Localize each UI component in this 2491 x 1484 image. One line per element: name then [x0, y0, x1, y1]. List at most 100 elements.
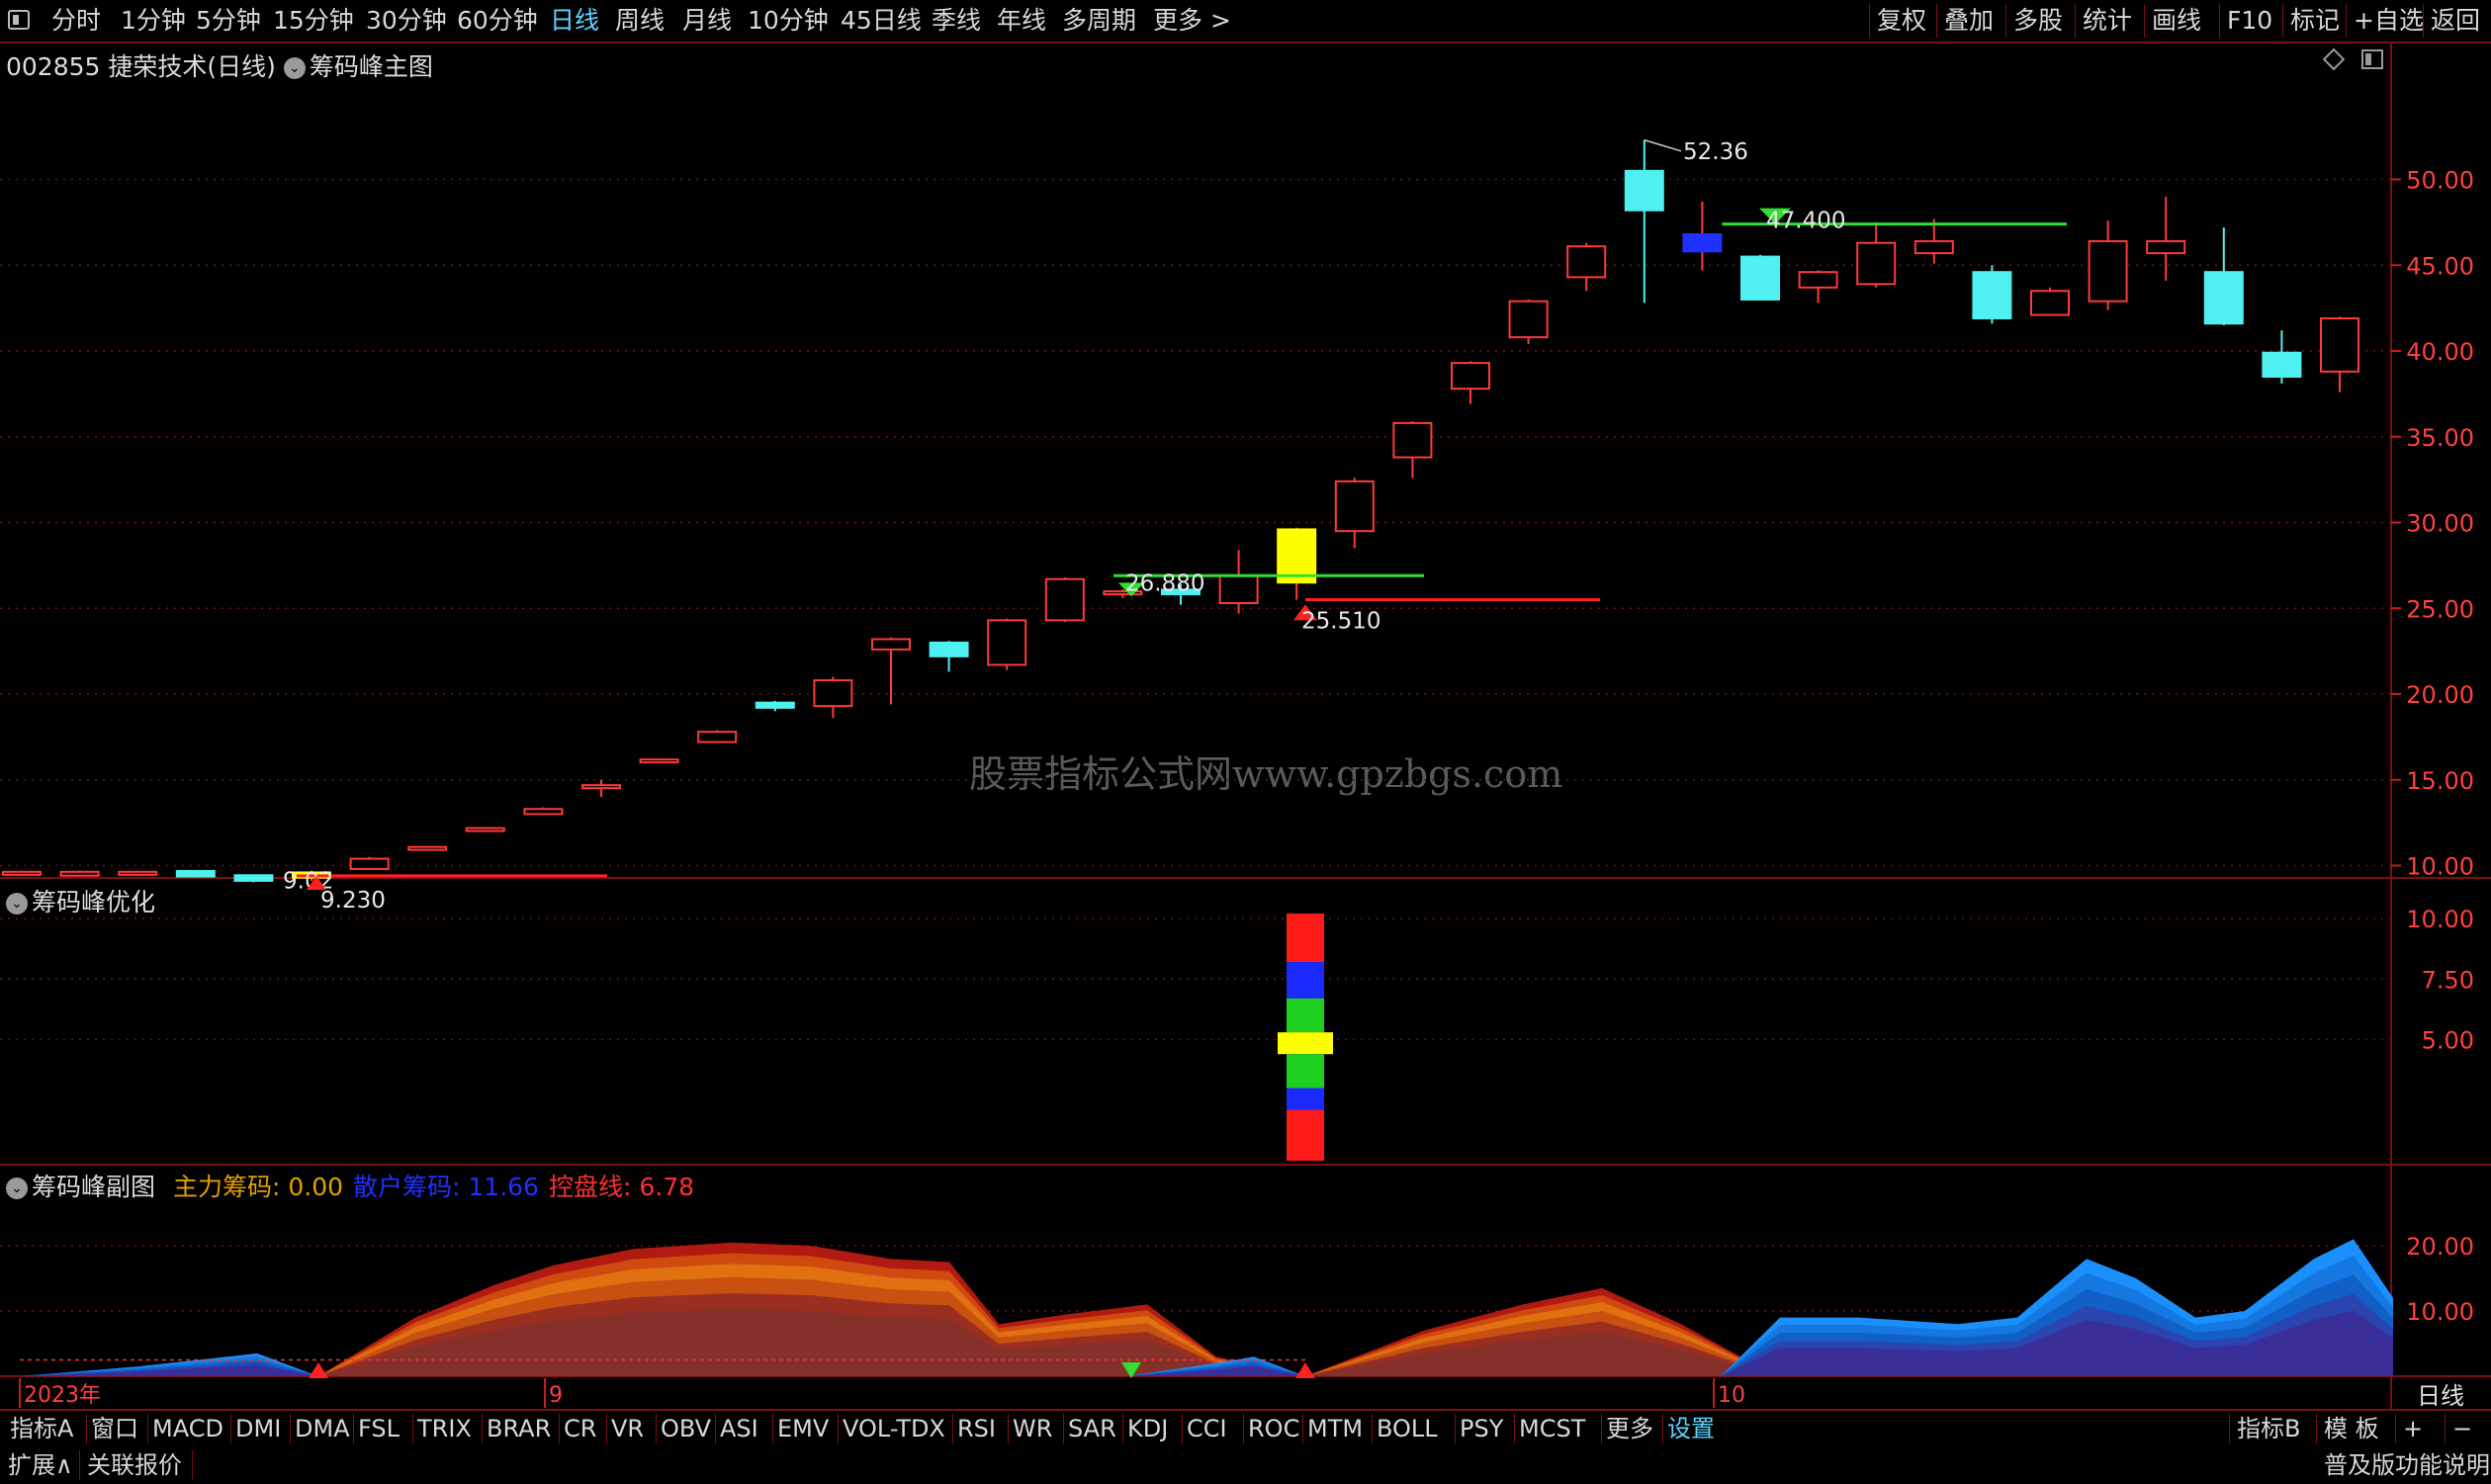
- candle-body: [581, 784, 621, 790]
- y-tick-label: 50.00: [2406, 167, 2474, 195]
- candle-body: [1972, 271, 2012, 320]
- indicator-tab-25[interactable]: 设置: [1667, 1411, 1715, 1446]
- indicator-tab-20[interactable]: MTM: [1307, 1411, 1363, 1446]
- indicator-tab-6[interactable]: TRIX: [417, 1411, 472, 1446]
- indicator-tab-3[interactable]: DMI: [235, 1411, 281, 1446]
- candle-body: [175, 869, 216, 878]
- candle-body: [1508, 300, 1549, 339]
- candle-body: [1624, 169, 1664, 212]
- indicator-tab-2[interactable]: MACD: [152, 1411, 223, 1446]
- y-tick-label: 45.00: [2406, 252, 2474, 280]
- chip-bar-segment: [1278, 1032, 1333, 1055]
- indicator-bar: 指标A 窗口 MACD DMI DMA FSL TRIX BRAR CR VR OBV ASI EMV V…: [0, 1409, 2491, 1448]
- candle-body: [349, 857, 390, 870]
- indicator-tab-24[interactable]: 更多: [1606, 1411, 1653, 1446]
- indicator-tab-22[interactable]: PSY: [1460, 1411, 1503, 1446]
- indicator-tab-5[interactable]: FSL: [358, 1411, 400, 1446]
- indicator-separator: [2395, 1414, 2396, 1443]
- candle-body: [987, 619, 1027, 666]
- indicator-separator: [606, 1414, 607, 1443]
- level-label-25: 25.510: [1301, 608, 1380, 634]
- footer-button-1[interactable]: 关联报价: [87, 1446, 182, 1484]
- indicator-tab-9[interactable]: VR: [611, 1411, 644, 1446]
- candle-body: [1451, 362, 1490, 391]
- chip-bar-segment: [1287, 1054, 1324, 1089]
- indicator-tab-16[interactable]: SAR: [1068, 1411, 1116, 1446]
- chart-area[interactable]: 50.00 45.00 40.00 35.00 30.00 25.00 20.00 15.00…: [0, 0, 2491, 1409]
- indicator-tab-23[interactable]: MCST: [1519, 1411, 1585, 1446]
- indicator-tab-7[interactable]: BRAR: [487, 1411, 551, 1446]
- candle-body: [118, 870, 158, 876]
- candle-body: [871, 638, 911, 651]
- indicator-right-button-2[interactable]: +: [2403, 1411, 2423, 1446]
- candle-body: [1913, 239, 1954, 255]
- indicator-tab-13[interactable]: VOL-TDX: [843, 1411, 945, 1446]
- indicator-tab-14[interactable]: RSI: [957, 1411, 996, 1446]
- candle-body: [407, 845, 448, 851]
- y-tick-label: 7.50: [2422, 966, 2474, 994]
- candle-body: [1334, 480, 1375, 533]
- candle-body: [929, 641, 969, 657]
- footer-button-0[interactable]: 扩展∧: [8, 1446, 73, 1484]
- candle-body: [639, 758, 679, 764]
- level-label-9: 9.230: [320, 888, 386, 914]
- indicator-separator: [290, 1414, 291, 1443]
- indicator-tab-21[interactable]: BOLL: [1377, 1411, 1438, 1446]
- indicator-separator: [482, 1414, 483, 1443]
- indicator-tab-8[interactable]: CR: [564, 1411, 596, 1446]
- indicator-tab-0[interactable]: 指标A: [10, 1411, 73, 1446]
- help-link[interactable]: 普及版功能说明: [2324, 1446, 2490, 1484]
- y-tick-label: 20.00: [2406, 681, 2474, 709]
- indicator-separator: [1514, 1414, 1515, 1443]
- indicator-tab-18[interactable]: CCI: [1187, 1411, 1227, 1446]
- indicator-tab-11[interactable]: ASI: [720, 1411, 758, 1446]
- candle-body: [2203, 271, 2244, 325]
- indicator-separator: [1372, 1414, 1373, 1443]
- indicator-separator: [2316, 1414, 2317, 1443]
- candle-body: [1740, 255, 1780, 301]
- indicator-separator: [656, 1414, 657, 1443]
- candle-body: [1856, 241, 1897, 286]
- indicator-separator: [1122, 1414, 1123, 1443]
- candle-body: [233, 874, 274, 882]
- candle-body: [1218, 574, 1259, 605]
- indicator-tab-17[interactable]: KDJ: [1127, 1411, 1168, 1446]
- x-axis-label: 9: [549, 1383, 563, 1408]
- level-label-26: 26.880: [1125, 570, 1204, 596]
- indicator-separator: [715, 1414, 716, 1443]
- candle-body: [2146, 239, 2186, 255]
- level-label-47: 47.400: [1766, 209, 1845, 234]
- y-tick-label: 30.00: [2406, 510, 2474, 538]
- indicator-separator: [1182, 1414, 1183, 1443]
- candle-body: [2, 870, 42, 876]
- x-axis-period: 日线: [2417, 1382, 2464, 1409]
- indicator-tab-19[interactable]: ROC: [1248, 1411, 1299, 1446]
- indicator-tab-12[interactable]: EMV: [777, 1411, 829, 1446]
- indicator-separator: [2445, 1414, 2446, 1443]
- indicator-separator: [952, 1414, 953, 1443]
- footer-bar: 扩展∧ 关联报价 普及版功能说明: [0, 1446, 2491, 1484]
- high-pointer: [1644, 138, 1682, 152]
- chip-bar-segment: [1287, 914, 1324, 963]
- indicator-tab-1[interactable]: 窗口: [91, 1411, 138, 1446]
- indicator-tab-4[interactable]: DMA: [295, 1411, 350, 1446]
- indicator-separator: [230, 1414, 231, 1443]
- candle-body: [2030, 290, 2070, 316]
- candle-body: [1682, 233, 1723, 253]
- indicator-tab-15[interactable]: WR: [1013, 1411, 1052, 1446]
- chip-bar-segment: [1287, 962, 1324, 999]
- candle-body: [2262, 351, 2302, 379]
- indicator-right-button-1[interactable]: 模 板: [2324, 1411, 2379, 1446]
- candle-body: [813, 679, 853, 708]
- indicator-separator: [1302, 1414, 1303, 1443]
- candle-body: [1392, 421, 1433, 459]
- y-tick-label: 5.00: [2422, 1027, 2474, 1055]
- indicator-separator: [1601, 1414, 1602, 1443]
- indicator-tab-10[interactable]: OBV: [661, 1411, 711, 1446]
- indicator-right-button-3[interactable]: −: [2452, 1411, 2472, 1446]
- candle-body: [465, 827, 505, 832]
- chip-bar-segment: [1287, 1109, 1324, 1161]
- chip-bar-segment: [1287, 998, 1324, 1033]
- indicator-right-button-0[interactable]: 指标B: [2237, 1411, 2300, 1446]
- candle-body: [2320, 317, 2359, 373]
